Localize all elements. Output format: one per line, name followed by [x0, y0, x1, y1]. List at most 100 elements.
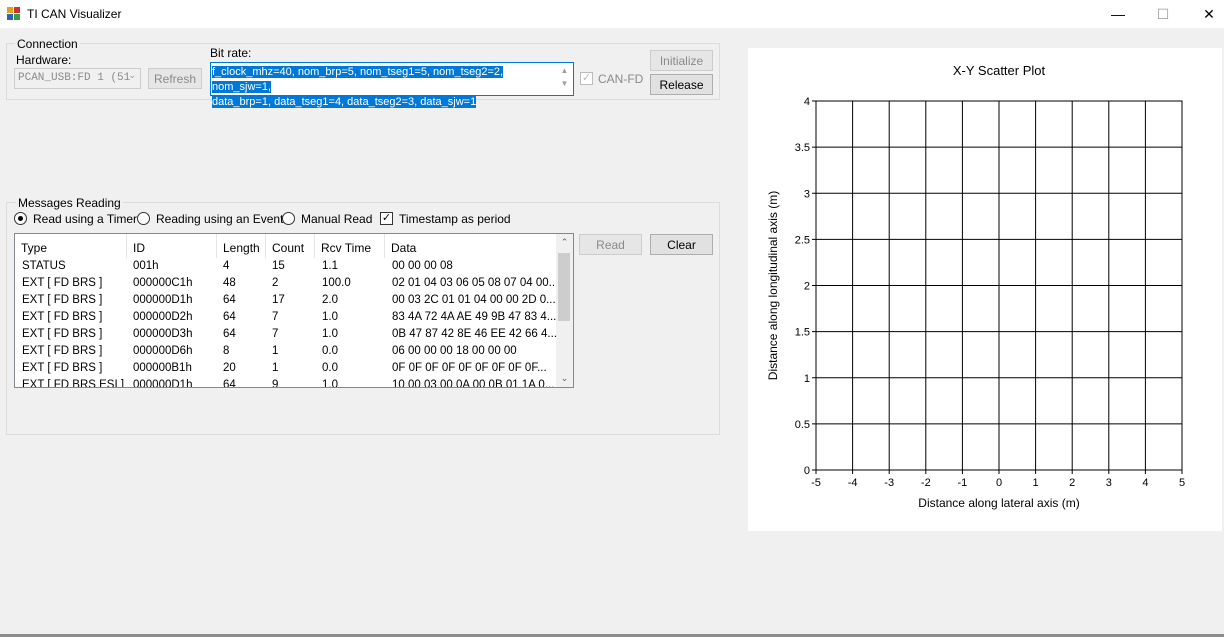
messages-group-title: Messages Reading	[16, 196, 123, 210]
scroll-down-icon[interactable]: ⌄	[556, 370, 573, 387]
cell-rcv-time: 2.0	[322, 294, 338, 306]
table-row[interactable]: EXT [ FD BRS ESI ] 000000D1h 64 9 1.0 10 00 0…	[15, 378, 557, 388]
bitrate-scrollbar[interactable]: ▲ ▼	[556, 63, 573, 95]
cell-data: 10 00 03 00 0A 00 0B 01 1A 0...	[392, 379, 555, 388]
hardware-label: Hardware:	[16, 53, 72, 67]
bitrate-line-2: data_brp=1, data_tseg1=4, data_tseg2=3, …	[212, 96, 477, 108]
cell-count: 2	[272, 277, 279, 289]
column-header-rcv-time[interactable]: Rcv Time	[315, 234, 385, 258]
minimize-button[interactable]: —	[1095, 0, 1141, 28]
bitrate-textbox[interactable]: f_clock_mhz=40, nom_brp=5, nom_tseg1=5, …	[210, 62, 574, 108]
scrollbar-thumb[interactable]	[558, 253, 570, 321]
x-tick-label: 1	[1033, 477, 1039, 489]
x-tick-label: 3	[1106, 477, 1112, 489]
bitrate-text: f_clock_mhz=40, nom_brp=5, nom_tseg1=5, …	[212, 65, 556, 110]
hardware-combo[interactable]: PCAN_USB:FD 1 (51 ⌄	[14, 68, 141, 89]
chart-title: X-Y Scatter Plot	[953, 63, 1046, 78]
cell-data: 06 00 00 00 18 00 00 00	[392, 345, 517, 357]
y-tick-label: 1.5	[795, 327, 810, 339]
check-icon: ✓	[381, 212, 392, 224]
y-tick-label: 4	[804, 96, 810, 108]
listview-scrollbar[interactable]: ⌃ ⌄	[556, 234, 573, 387]
column-header-length[interactable]: Length	[217, 234, 266, 258]
radio-read-timer-label: Read using a Timer	[33, 212, 138, 226]
table-row[interactable]: EXT [ FD BRS ] 000000D2h 64 7 1.0 83 4A 72 4A…	[15, 310, 557, 327]
initialize-button[interactable]: Initialize	[650, 50, 713, 71]
cell-id: 000000D1h	[133, 379, 193, 388]
read-button[interactable]: Read	[579, 234, 642, 255]
radio-read-timer[interactable]	[14, 212, 27, 225]
timestamp-label: Timestamp as period	[399, 212, 511, 226]
release-button[interactable]: Release	[650, 74, 713, 95]
table-row[interactable]: STATUS 001h 4 15 1.1 00 00 00 08	[15, 259, 557, 276]
y-tick-label: 3.5	[795, 142, 810, 154]
bitrate-label: Bit rate:	[210, 46, 252, 60]
close-button[interactable]: ✕	[1186, 0, 1224, 28]
messages-listview[interactable]: Type ID Length Count Rcv Time Data STATU…	[14, 233, 574, 388]
listview-header: Type ID Length Count Rcv Time Data	[15, 234, 557, 258]
x-tick-label: 4	[1142, 477, 1148, 489]
cell-type: EXT [ FD BRS ]	[22, 311, 103, 323]
hardware-combo-value: PCAN_USB:FD 1 (51	[18, 72, 131, 84]
window-title: TI CAN Visualizer	[27, 7, 122, 21]
close-icon: ✕	[1203, 5, 1215, 22]
x-tick-label: -4	[848, 477, 858, 489]
y-tick-label: 2.5	[795, 234, 810, 246]
cell-count: 7	[272, 311, 279, 323]
table-row[interactable]: EXT [ FD BRS ] 000000B1h 20 1 0.0 0F 0F 0F 0F…	[15, 361, 557, 378]
cell-type: EXT [ FD BRS ]	[22, 362, 103, 374]
maximize-button[interactable]: ☐	[1140, 0, 1186, 28]
radio-manual-read[interactable]	[282, 212, 295, 225]
cell-length: 64	[223, 311, 236, 323]
cell-length: 8	[223, 345, 230, 357]
x-tick-label: -2	[921, 477, 931, 489]
cell-data: 02 01 04 03 06 05 08 07 04 00...	[392, 277, 556, 289]
cell-type: STATUS	[22, 260, 66, 272]
scroll-up-icon[interactable]: ⌃	[556, 234, 573, 251]
column-header-count[interactable]: Count	[266, 234, 315, 258]
table-row[interactable]: EXT [ FD BRS ] 000000D3h 64 7 1.0 0B 47 87 42…	[15, 327, 557, 344]
cell-count: 7	[272, 328, 279, 340]
cell-length: 64	[223, 294, 236, 306]
column-header-id[interactable]: ID	[127, 234, 217, 258]
x-tick-label: 2	[1069, 477, 1075, 489]
cell-length: 20	[223, 362, 236, 374]
y-tick-label: 0.5	[795, 419, 810, 431]
scatter-chart: X-Y Scatter Plot -5 -4 -3 -2 -1 0 1 2 3 4 5 0 0.5 1 1.5…	[766, 63, 1185, 510]
cell-rcv-time: 0.0	[322, 345, 338, 357]
cell-rcv-time: 100.0	[322, 277, 351, 289]
refresh-button[interactable]: Refresh	[148, 68, 202, 89]
column-header-type[interactable]: Type	[15, 234, 127, 258]
cell-data: 00 03 2C 01 01 04 00 00 2D 0...	[392, 294, 556, 306]
table-row[interactable]: EXT [ FD BRS ] 000000C1h 48 2 100.0 02 01 04 …	[15, 276, 557, 293]
y-tick-label: 0	[804, 465, 810, 477]
table-row[interactable]: EXT [ FD BRS ] 000000D1h 64 17 2.0 00 03 2C 0…	[15, 293, 557, 310]
connection-group-title: Connection	[15, 37, 80, 51]
cell-id: 000000B1h	[133, 362, 192, 374]
x-tick-label: 0	[996, 477, 1002, 489]
cell-rcv-time: 0.0	[322, 362, 338, 374]
radio-read-event[interactable]	[137, 212, 150, 225]
cell-data: 0B 47 87 42 8E 46 EE 42 66 4...	[392, 328, 556, 340]
column-header-data[interactable]: Data	[385, 234, 557, 258]
cell-type: EXT [ FD BRS ESI ]	[22, 379, 125, 388]
clear-button[interactable]: Clear	[650, 234, 713, 255]
canfd-label: CAN-FD	[598, 72, 644, 86]
cell-type: EXT [ FD BRS ]	[22, 328, 103, 340]
cell-length: 64	[223, 379, 236, 388]
maximize-icon: ☐	[1156, 5, 1170, 22]
cell-id: 000000D1h	[133, 294, 193, 306]
cell-length: 48	[223, 277, 236, 289]
timestamp-checkbox[interactable]: ✓	[380, 212, 393, 225]
cell-id: 001h	[133, 260, 159, 272]
table-row[interactable]: EXT [ FD BRS ] 000000D6h 8 1 0.0 06 00 00 00 …	[15, 344, 557, 361]
y-axis-label: Distance along longitudinal axis (m)	[766, 191, 780, 380]
cell-type: EXT [ FD BRS ]	[22, 277, 103, 289]
cell-rcv-time: 1.0	[322, 311, 338, 323]
cell-count: 17	[272, 294, 285, 306]
scatter-chart-panel: X-Y Scatter Plot -5 -4 -3 -2 -1 0 1 2 3 4 5 0 0.5 1 1.5…	[748, 48, 1222, 531]
check-icon: ✓	[581, 72, 592, 84]
canfd-checkbox[interactable]: ✓	[580, 72, 593, 85]
cell-count: 1	[272, 362, 279, 374]
x-tick-label: 5	[1179, 477, 1185, 489]
